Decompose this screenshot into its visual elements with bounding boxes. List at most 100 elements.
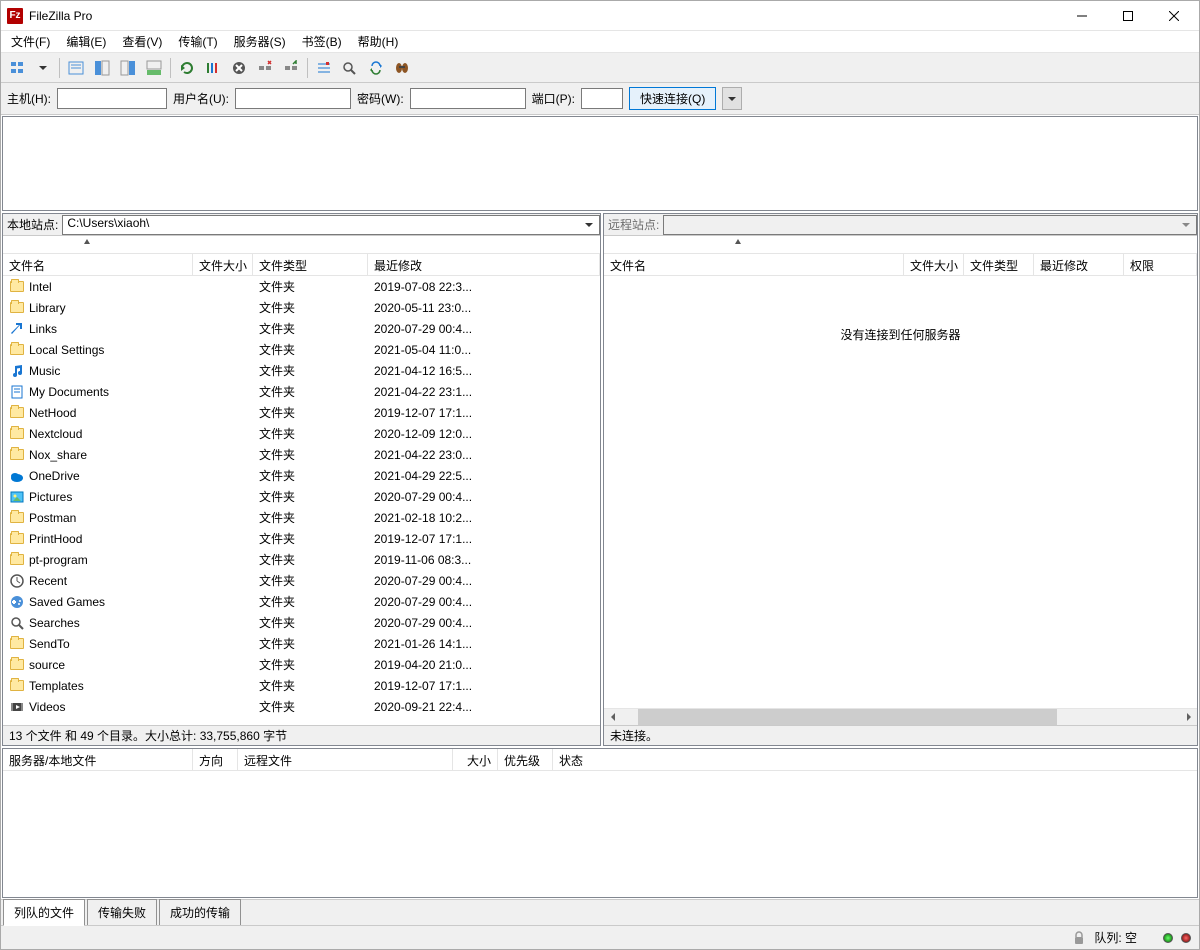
menu-view[interactable]: 查看(V) — [114, 31, 170, 52]
cancel-icon[interactable] — [227, 56, 251, 80]
message-log[interactable] — [2, 116, 1198, 211]
local-list-body[interactable]: Intel文件夹2019-07-08 22:3...Library文件夹2020… — [3, 276, 600, 725]
col-filetype[interactable]: 文件类型 — [253, 254, 368, 275]
col-modified[interactable]: 最近修改 — [368, 254, 600, 275]
file-row[interactable]: NetHood文件夹2019-12-07 17:1... — [3, 402, 600, 423]
menu-file[interactable]: 文件(F) — [3, 31, 58, 52]
file-row[interactable]: Recent文件夹2020-07-29 00:4... — [3, 570, 600, 591]
tab-failed-transfers[interactable]: 传输失败 — [87, 899, 157, 925]
scroll-right-icon[interactable] — [1180, 709, 1197, 726]
activity-led-download-icon — [1163, 933, 1173, 943]
file-modified: 2020-07-29 00:4... — [368, 574, 600, 588]
scroll-left-icon[interactable] — [604, 709, 621, 726]
toggle-queue-icon[interactable] — [142, 56, 166, 80]
menu-transfer[interactable]: 传输(T) — [170, 31, 225, 52]
file-row[interactable]: source文件夹2019-04-20 21:0... — [3, 654, 600, 675]
col-size[interactable]: 大小 — [453, 749, 498, 770]
file-row[interactable]: pt-program文件夹2019-11-06 08:3... — [3, 549, 600, 570]
close-button[interactable] — [1151, 1, 1197, 31]
remote-tree[interactable] — [604, 236, 1197, 254]
queue-body[interactable] — [3, 771, 1197, 897]
port-input[interactable] — [581, 88, 623, 109]
file-row[interactable]: Saved Games文件夹2020-07-29 00:4... — [3, 591, 600, 612]
tab-successful-transfers[interactable]: 成功的传输 — [159, 899, 241, 925]
search-remote-icon[interactable] — [390, 56, 414, 80]
maximize-button[interactable] — [1105, 1, 1151, 31]
disconnect-icon[interactable] — [253, 56, 277, 80]
file-row[interactable]: My Documents文件夹2021-04-22 23:1... — [3, 381, 600, 402]
file-row[interactable]: Postman文件夹2021-02-18 10:2... — [3, 507, 600, 528]
refresh-icon[interactable] — [175, 56, 199, 80]
minimize-button[interactable] — [1059, 1, 1105, 31]
col-permissions[interactable]: 权限 — [1124, 254, 1197, 275]
file-row[interactable]: PrintHood文件夹2019-12-07 17:1... — [3, 528, 600, 549]
quickconnect-button[interactable]: 快速连接(Q) — [629, 87, 716, 110]
queue-status-label: 队列: 空 — [1094, 929, 1137, 946]
col-server[interactable]: 服务器/本地文件 — [3, 749, 193, 770]
file-row[interactable]: Searches文件夹2020-07-29 00:4... — [3, 612, 600, 633]
file-row[interactable]: SendTo文件夹2021-01-26 14:1... — [3, 633, 600, 654]
quickconnect-bar: 主机(H): 用户名(U): 密码(W): 端口(P): 快速连接(Q) — [1, 83, 1199, 115]
chevron-down-icon[interactable] — [581, 218, 597, 232]
process-queue-icon[interactable] — [201, 56, 225, 80]
directory-compare-icon[interactable] — [338, 56, 362, 80]
col-filesize[interactable]: 文件大小 — [193, 254, 253, 275]
file-row[interactable]: Library文件夹2020-05-11 23:0... — [3, 297, 600, 318]
local-tree[interactable] — [3, 236, 600, 254]
reconnect-icon[interactable] — [279, 56, 303, 80]
file-row[interactable]: Local Settings文件夹2021-05-04 11:0... — [3, 339, 600, 360]
app-logo-icon: Fz — [7, 8, 23, 24]
toggle-local-tree-icon[interactable] — [90, 56, 114, 80]
remote-path-input[interactable] — [663, 215, 1197, 235]
toggle-log-icon[interactable] — [64, 56, 88, 80]
menu-server[interactable]: 服务器(S) — [226, 31, 294, 52]
file-row[interactable]: OneDrive文件夹2021-04-29 22:5... — [3, 465, 600, 486]
file-type: 文件夹 — [253, 299, 368, 316]
col-priority[interactable]: 优先级 — [498, 749, 553, 770]
dropdown-icon[interactable] — [31, 56, 55, 80]
file-row[interactable]: Music文件夹2021-04-12 16:5... — [3, 360, 600, 381]
menu-bookmarks[interactable]: 书签(B) — [294, 31, 350, 52]
col-direction[interactable]: 方向 — [193, 749, 238, 770]
file-modified: 2019-12-07 17:1... — [368, 532, 600, 546]
tab-queued-files[interactable]: 列队的文件 — [3, 899, 85, 926]
scrollbar-track[interactable] — [621, 709, 1180, 725]
scrollbar-thumb[interactable] — [638, 709, 1057, 725]
file-row[interactable]: Links文件夹2020-07-29 00:4... — [3, 318, 600, 339]
pass-input[interactable] — [410, 88, 526, 109]
host-label: 主机(H): — [7, 90, 51, 107]
quickconnect-dropdown[interactable] — [722, 87, 742, 110]
file-row[interactable]: Nox_share文件夹2021-04-22 23:0... — [3, 444, 600, 465]
menu-edit[interactable]: 编辑(E) — [58, 31, 114, 52]
col-filename[interactable]: 文件名 — [3, 254, 193, 275]
local-path-input[interactable]: C:\Users\xiaoh\ — [62, 215, 600, 235]
col-filetype[interactable]: 文件类型 — [964, 254, 1034, 275]
user-input[interactable] — [235, 88, 351, 109]
toggle-remote-tree-icon[interactable] — [116, 56, 140, 80]
col-filename[interactable]: 文件名 — [604, 254, 904, 275]
local-status: 13 个文件 和 49 个目录。大小总计: 33,755,860 字节 — [3, 725, 600, 745]
user-label: 用户名(U): — [173, 90, 229, 107]
site-manager-icon[interactable] — [5, 56, 29, 80]
menu-help[interactable]: 帮助(H) — [350, 31, 407, 52]
file-row[interactable]: Intel文件夹2019-07-08 22:3... — [3, 276, 600, 297]
sync-browse-icon[interactable] — [364, 56, 388, 80]
remote-h-scrollbar[interactable] — [604, 708, 1197, 725]
file-row[interactable]: Pictures文件夹2020-07-29 00:4... — [3, 486, 600, 507]
filter-icon[interactable] — [312, 56, 336, 80]
activity-led-upload-icon — [1181, 933, 1191, 943]
col-filesize[interactable]: 文件大小 — [904, 254, 964, 275]
col-remote-file[interactable]: 远程文件 — [238, 749, 453, 770]
file-modified: 2021-04-12 16:5... — [368, 364, 600, 378]
chevron-down-icon[interactable] — [1178, 218, 1194, 232]
file-row[interactable]: Nextcloud文件夹2020-12-09 12:0... — [3, 423, 600, 444]
titlebar: Fz FileZilla Pro — [1, 1, 1199, 31]
remote-list-header: 文件名 文件大小 文件类型 最近修改 权限 — [604, 254, 1197, 276]
file-row[interactable]: Templates文件夹2019-12-07 17:1... — [3, 675, 600, 696]
file-type: 文件夹 — [253, 698, 368, 715]
col-modified[interactable]: 最近修改 — [1034, 254, 1124, 275]
col-status[interactable]: 状态 — [553, 749, 1197, 770]
file-row[interactable]: Videos文件夹2020-09-21 22:4... — [3, 696, 600, 717]
folder-icon — [9, 678, 25, 694]
host-input[interactable] — [57, 88, 167, 109]
